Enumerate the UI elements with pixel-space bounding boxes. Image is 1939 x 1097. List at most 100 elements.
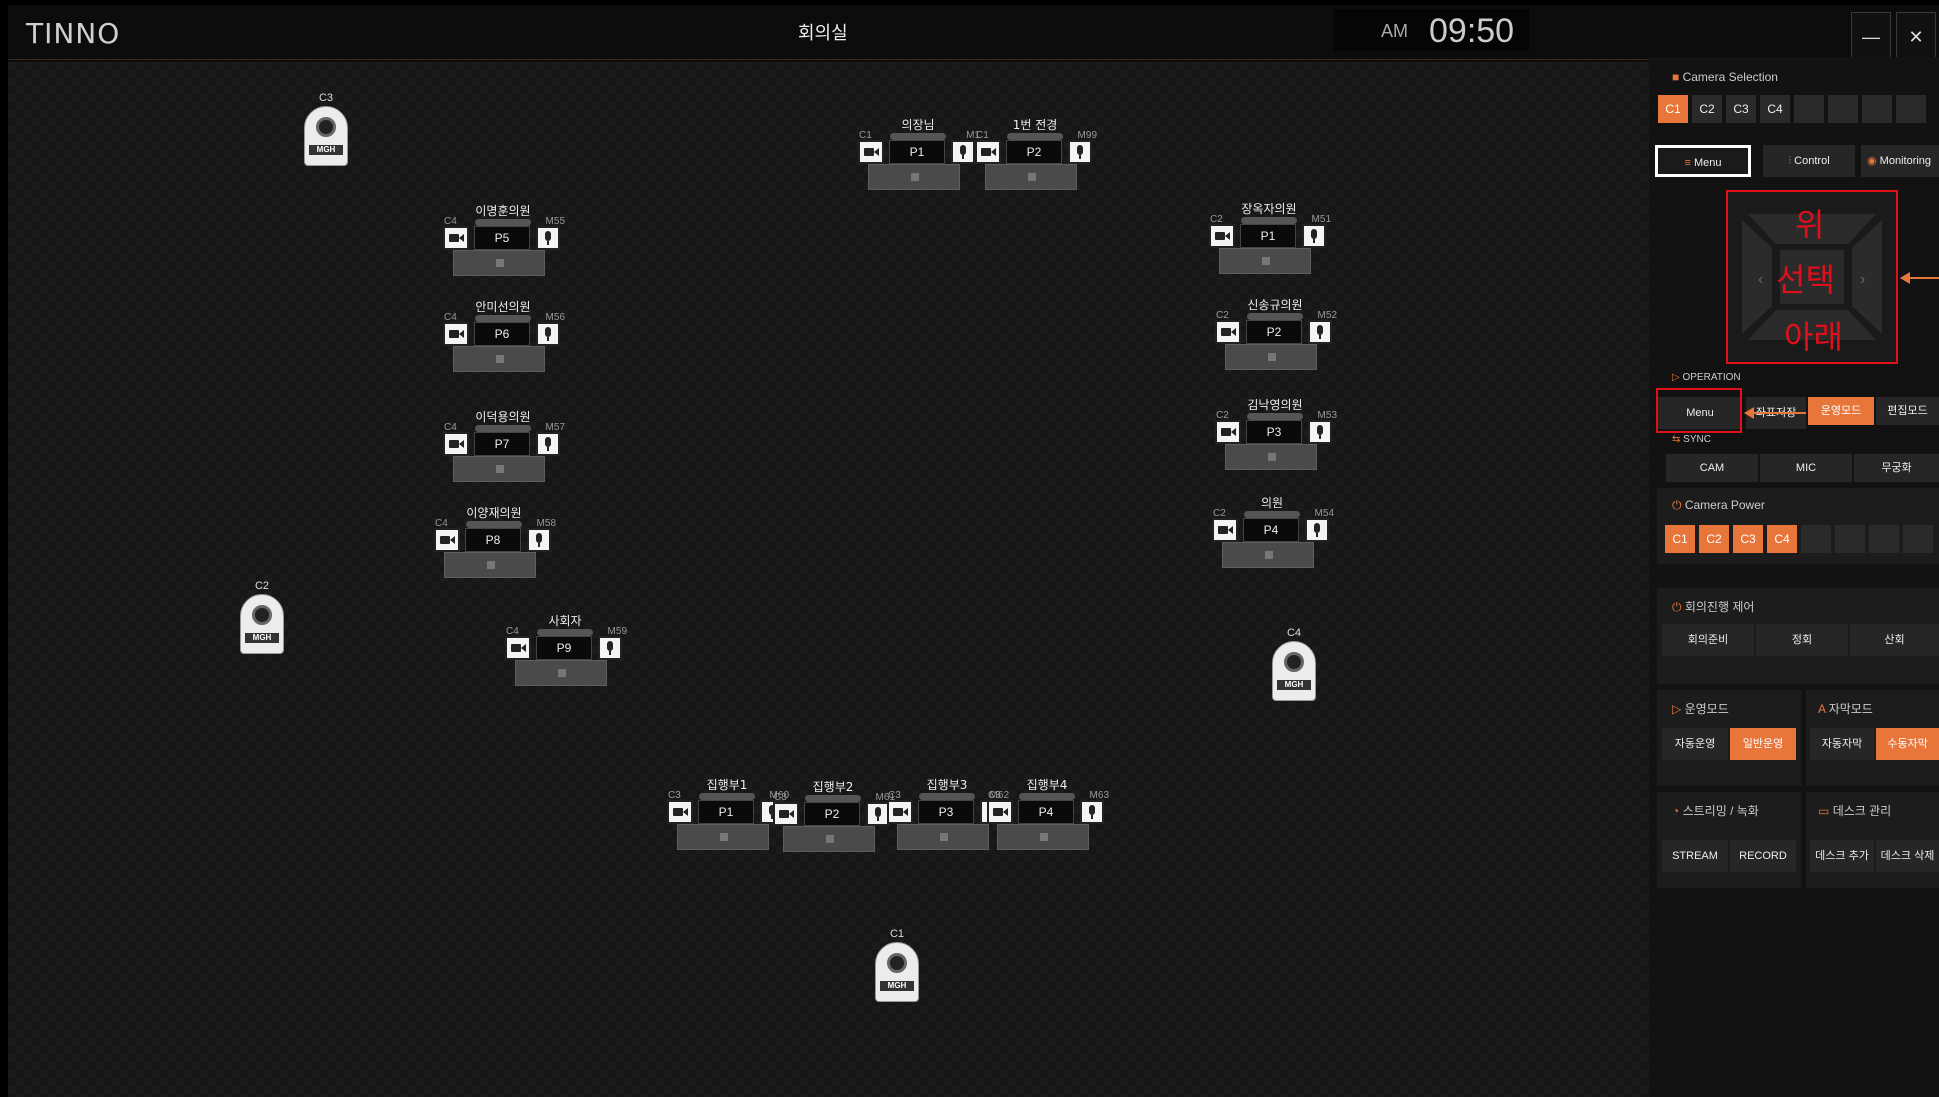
camera-icon[interactable] [443,322,469,346]
cam-select-c2[interactable]: C2 [1692,95,1722,123]
run-auto-button[interactable]: 자동운영 [1662,728,1728,760]
op-run-mode-button[interactable]: 운영모드 [1808,397,1874,425]
stream-button[interactable]: STREAM [1662,840,1728,872]
camera-icon[interactable] [773,802,799,826]
camera-icon[interactable] [1212,518,1238,542]
sync-cam-button[interactable]: CAM [1666,454,1758,482]
desk-delete-button[interactable]: 데스크 삭제 [1876,840,1939,872]
seat-preset-button[interactable]: P1 [889,140,945,164]
power-c3[interactable]: C3 [1733,525,1763,553]
dpad-select[interactable]: 선택 [1776,255,1835,301]
microphone-icon[interactable] [1308,420,1332,444]
seat-preset-button[interactable]: P2 [1246,320,1302,344]
seat-preset-button[interactable]: P3 [1246,420,1302,444]
seat-preset-button[interactable]: P4 [1243,518,1299,542]
cam-select-empty[interactable] [1862,95,1892,123]
desk-4[interactable]: 안미선의원 C4 M56 P6 [443,298,565,398]
dpad-up[interactable]: 위 [1795,200,1824,246]
camera-icon[interactable] [1215,320,1241,344]
power-empty[interactable] [1835,525,1865,553]
desk-2[interactable]: 1번 전경 C1 M99 P2 [975,116,1097,216]
desk-9[interactable]: 신송규의원 C2 M52 P2 [1215,296,1337,396]
desk-6[interactable]: 이양재의원 C4 M58 P8 [434,504,556,604]
cam-select-empty[interactable] [1828,95,1858,123]
desk-12[interactable]: 집행부1 C3 M60 P1 [667,776,789,876]
seat-preset-button[interactable]: P7 [474,432,530,456]
desk-5[interactable]: 이덕용의원 C4 M57 P7 [443,408,565,508]
camera-icon[interactable] [858,140,884,164]
camera-icon[interactable] [667,800,693,824]
microphone-icon[interactable] [1068,140,1092,164]
ptz-camera-4[interactable]: C1 MGH [869,928,925,1008]
desk-1[interactable]: 의장님 C1 M1 P1 [858,116,980,216]
seat-preset-button[interactable]: P9 [536,636,592,660]
seat-preset-button[interactable]: P1 [698,800,754,824]
desk-8[interactable]: 장옥자의원 C2 M51 P1 [1209,200,1331,300]
seat-preset-button[interactable]: P4 [1018,800,1074,824]
desk-10[interactable]: 김낙영의원 C2 M53 P3 [1215,396,1337,496]
record-button[interactable]: RECORD [1730,840,1796,872]
microphone-icon[interactable] [536,432,560,456]
desk-3[interactable]: 이명훈의원 C4 M55 P5 [443,202,565,302]
desk-13[interactable]: 집행부2 C3 M61 P2 [773,778,895,878]
seat-preset-button[interactable]: P2 [1006,140,1062,164]
camera-icon[interactable] [434,528,460,552]
run-normal-button[interactable]: 일반운영 [1730,728,1796,760]
seat-preset-button[interactable]: P8 [465,528,521,552]
meeting-prepare-button[interactable]: 회의준비 [1662,624,1754,656]
microphone-icon[interactable] [1305,518,1329,542]
cam-select-c1[interactable]: C1 [1658,95,1688,123]
seat-preset-button[interactable]: P2 [804,802,860,826]
power-empty[interactable] [1903,525,1933,553]
seat-preset-button[interactable]: P6 [474,322,530,346]
cam-select-c4[interactable]: C4 [1760,95,1790,123]
seat-preset-button[interactable]: P1 [1240,224,1296,248]
minimize-button[interactable]: — [1851,12,1891,62]
camera-icon[interactable] [505,636,531,660]
camera-icon[interactable] [443,226,469,250]
power-c2[interactable]: C2 [1699,525,1729,553]
subtitle-manual-button[interactable]: 수동자막 [1876,728,1939,760]
tab-monitoring[interactable]: ◉ Monitoring [1861,145,1939,177]
meeting-adjourn-button[interactable]: 산회 [1850,624,1939,656]
sync-mugunghwa-button[interactable]: 무궁화 [1854,454,1939,482]
cam-select-empty[interactable] [1896,95,1926,123]
meeting-recess-button[interactable]: 정회 [1756,624,1848,656]
cam-select-c3[interactable]: C3 [1726,95,1756,123]
camera-icon[interactable] [975,140,1001,164]
ptz-camera-3[interactable]: C4 MGH [1266,627,1322,707]
camera-icon[interactable] [987,800,1013,824]
dpad-down[interactable]: 아래 [1784,312,1843,358]
camera-icon[interactable] [1209,224,1235,248]
desk-15[interactable]: 집행부4 C3 M63 P4 [987,776,1109,876]
power-empty[interactable] [1869,525,1899,553]
power-c4[interactable]: C4 [1767,525,1797,553]
seat-preset-button[interactable]: P3 [918,800,974,824]
desk-7[interactable]: 사회자 C4 M59 P9 [505,612,627,712]
cam-select-empty[interactable] [1794,95,1824,123]
subtitle-auto-button[interactable]: 자동자막 [1810,728,1874,760]
power-empty[interactable] [1801,525,1831,553]
microphone-icon[interactable] [536,322,560,346]
desk-add-button[interactable]: 데스크 추가 [1810,840,1874,872]
power-c1[interactable]: C1 [1665,525,1695,553]
microphone-icon[interactable] [536,226,560,250]
microphone-icon[interactable] [598,636,622,660]
camera-icon[interactable] [1215,420,1241,444]
camera-icon[interactable] [443,432,469,456]
ptz-camera-2[interactable]: C2 MGH [234,580,290,660]
microphone-icon[interactable] [1308,320,1332,344]
microphone-icon[interactable] [951,140,975,164]
tab-control[interactable]: ⫶ Control [1763,145,1855,177]
op-edit-mode-button[interactable]: 편집모드 [1876,397,1939,425]
desk-11[interactable]: 의원 C2 M54 P4 [1212,494,1334,594]
seat-preset-button[interactable]: P5 [474,226,530,250]
tab-menu[interactable]: ≡ Menu [1655,145,1751,177]
close-button[interactable]: ✕ [1896,12,1936,62]
microphone-icon[interactable] [1080,800,1104,824]
microphone-icon[interactable] [527,528,551,552]
camera-icon[interactable] [887,800,913,824]
microphone-icon[interactable] [1302,224,1326,248]
sync-mic-button[interactable]: MIC [1760,454,1852,482]
ptz-camera-1[interactable]: C3 MGH [298,92,354,172]
